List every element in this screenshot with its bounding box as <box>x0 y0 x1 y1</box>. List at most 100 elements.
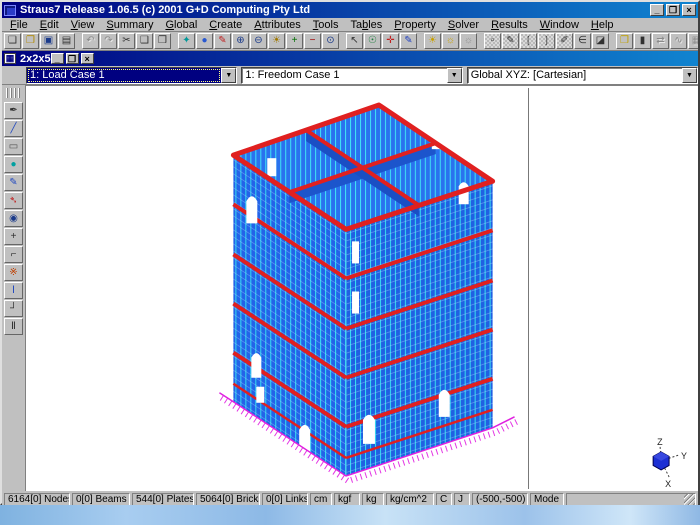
freedom-case-combo[interactable]: 1: Freedom Case 1 ▼ <box>241 67 462 84</box>
layer-bar-icon[interactable]: ▮ <box>634 33 651 49</box>
contrast-icon[interactable]: ◪ <box>592 33 609 49</box>
corner-tool-icon[interactable]: ┘ <box>4 300 23 317</box>
child-window-title: 2x2x5 <box>20 53 51 65</box>
menu-item-summary[interactable]: Summary <box>100 19 159 31</box>
building-model[interactable] <box>219 105 516 481</box>
menu-item-global[interactable]: Global <box>159 19 203 31</box>
child-close-button[interactable]: × <box>81 53 94 64</box>
resize-grip[interactable] <box>684 494 695 505</box>
zoom-box-icon[interactable]: ⊙ <box>322 33 339 49</box>
coord-system-value: Global XYZ: [Cartesian] <box>468 68 682 83</box>
menu-item-solver[interactable]: Solver <box>442 19 485 31</box>
pick-select-icon[interactable]: ✐ <box>556 33 573 49</box>
draw-pen-icon[interactable]: ✎ <box>400 33 417 49</box>
menu-item-tables[interactable]: Tables <box>344 19 388 31</box>
left-toolbar: ✒╱▭●✎➴◉+⌐※Ⅰ┘Ⅱ <box>2 85 26 491</box>
paste-icon[interactable]: ❒ <box>154 33 171 49</box>
app-titlebar[interactable]: Straus7 Release 1.06.5 (c) 2001 G+D Comp… <box>2 2 698 18</box>
menu-item-window[interactable]: Window <box>534 19 585 31</box>
entity-display-icon[interactable]: ✦ <box>178 33 195 49</box>
light-on-icon[interactable]: ☀ <box>424 33 441 49</box>
world-view-icon[interactable]: ☉ <box>364 33 381 49</box>
view-rotate-icon[interactable]: ● <box>196 33 213 49</box>
marquee-select-icon[interactable]: ▫ <box>484 33 501 49</box>
dropdown-arrow-icon[interactable]: ▼ <box>447 68 462 83</box>
axis-x-label: X <box>665 479 671 489</box>
case-toolbar: 1: Load Case 1 ▼ 1: Freedom Case 1 ▼ Glo… <box>2 66 698 85</box>
polyline-select-icon[interactable]: ✎ <box>502 33 519 49</box>
menu-bar: FileEditViewSummaryGlobalCreateAttribute… <box>2 18 698 32</box>
menu-item-tools[interactable]: Tools <box>307 19 345 31</box>
model-view: Z Y X <box>26 86 698 491</box>
save-file-icon[interactable]: ▣ <box>40 33 57 49</box>
child-minimize-button[interactable]: _ <box>51 53 64 64</box>
status-panel-empty <box>566 493 696 506</box>
section-ii-icon[interactable]: Ⅱ <box>4 318 23 335</box>
copy-icon[interactable]: ❑ <box>136 33 153 49</box>
desktop: Straus7 Release 1.06.5 (c) 2001 G+D Comp… <box>0 0 700 525</box>
status-panel: C <box>436 493 452 506</box>
menu-item-property[interactable]: Property <box>388 19 442 31</box>
toolbar-grip[interactable] <box>6 88 22 98</box>
rect-tool-icon[interactable]: ▭ <box>4 138 23 155</box>
menu-item-attributes[interactable]: Attributes <box>248 19 306 31</box>
cut-icon[interactable]: ✂ <box>118 33 135 49</box>
view-eye-icon[interactable]: ◉ <box>4 210 23 227</box>
new-file-icon[interactable]: ❏ <box>4 33 21 49</box>
light-off-icon[interactable]: ☼ <box>460 33 477 49</box>
status-panel: 0[0] Beams <box>72 493 130 506</box>
menu-item-view[interactable]: View <box>65 19 101 31</box>
redraw-icon[interactable]: ☀ <box>268 33 285 49</box>
child-titlebar[interactable]: ▦ 2x2x5 _❐× <box>2 51 698 66</box>
region-select-icon[interactable]: ❲ <box>520 33 537 49</box>
app-icon <box>4 5 16 16</box>
window-controls: _❐× <box>650 4 696 16</box>
free-edge-icon[interactable]: ✎ <box>214 33 231 49</box>
zoom-out-icon[interactable]: ⊖ <box>250 33 267 49</box>
line-tool-icon[interactable]: ╱ <box>4 120 23 137</box>
dart-tool-icon[interactable]: ➴ <box>4 192 23 209</box>
menu-item-file[interactable]: File <box>4 19 34 31</box>
dropdown-arrow-icon[interactable]: ▼ <box>682 68 697 83</box>
freedom-case-value: 1: Freedom Case 1 <box>242 68 446 83</box>
bracket-tool-icon[interactable]: ⌐ <box>4 246 23 263</box>
graph-icon: ∿ <box>670 33 687 49</box>
target-tool-icon[interactable]: ※ <box>4 264 23 281</box>
menu-item-edit[interactable]: Edit <box>34 19 65 31</box>
menu-item-results[interactable]: Results <box>485 19 534 31</box>
pointer-tool-icon[interactable]: ✒ <box>4 102 23 119</box>
child-restore-button[interactable]: ❐ <box>66 53 79 64</box>
beam-i-icon[interactable]: Ⅰ <box>4 282 23 299</box>
zoom-in-icon[interactable]: ⊕ <box>232 33 249 49</box>
status-panel: 6164[0] Nodes <box>4 493 70 506</box>
add-node-icon[interactable]: + <box>4 228 23 245</box>
child-window-controls: _❐× <box>51 53 94 64</box>
dropdown-arrow-icon[interactable]: ▼ <box>221 68 236 83</box>
main-toolbar: ❏❐▣▤↶↷✂❑❒✦●✎⊕⊖☀+−⊙↖☉✛✎☀☼☼▫✎❲❳✐∈◪❐▮⇄∿▦☰ <box>2 32 698 51</box>
minimize-button[interactable]: _ <box>650 4 664 16</box>
light-half-icon[interactable]: ☼ <box>442 33 459 49</box>
redo-icon: ↷ <box>100 33 117 49</box>
pen-tool-icon[interactable]: ✎ <box>4 174 23 191</box>
model-canvas[interactable]: Z Y X <box>26 85 698 491</box>
status-panel: kg/cm^2 <box>386 493 434 506</box>
load-case-combo[interactable]: 1: Load Case 1 ▼ <box>26 67 237 84</box>
orbit-tool-icon[interactable]: ● <box>4 156 23 173</box>
snap-grid-icon[interactable]: ✛ <box>382 33 399 49</box>
clear-select-icon[interactable]: ∈ <box>574 33 591 49</box>
menu-item-create[interactable]: Create <box>203 19 248 31</box>
scale-down-icon[interactable]: − <box>304 33 321 49</box>
close-button[interactable]: × <box>682 4 696 16</box>
brush-select-icon[interactable]: ❳ <box>538 33 555 49</box>
maximize-button[interactable]: ❐ <box>666 4 680 16</box>
menu-item-help[interactable]: Help <box>585 19 620 31</box>
print-icon[interactable]: ▤ <box>58 33 75 49</box>
group-folder-icon[interactable]: ❐ <box>616 33 633 49</box>
coord-system-combo[interactable]: Global XYZ: [Cartesian] ▼ <box>467 67 698 84</box>
status-panel: kgf <box>334 493 360 506</box>
scale-up-icon[interactable]: + <box>286 33 303 49</box>
status-panel: (-500,-500) <box>472 493 528 506</box>
open-file-icon[interactable]: ❐ <box>22 33 39 49</box>
select-pointer-icon[interactable]: ↖ <box>346 33 363 49</box>
axis-y-label: Y <box>681 451 687 461</box>
